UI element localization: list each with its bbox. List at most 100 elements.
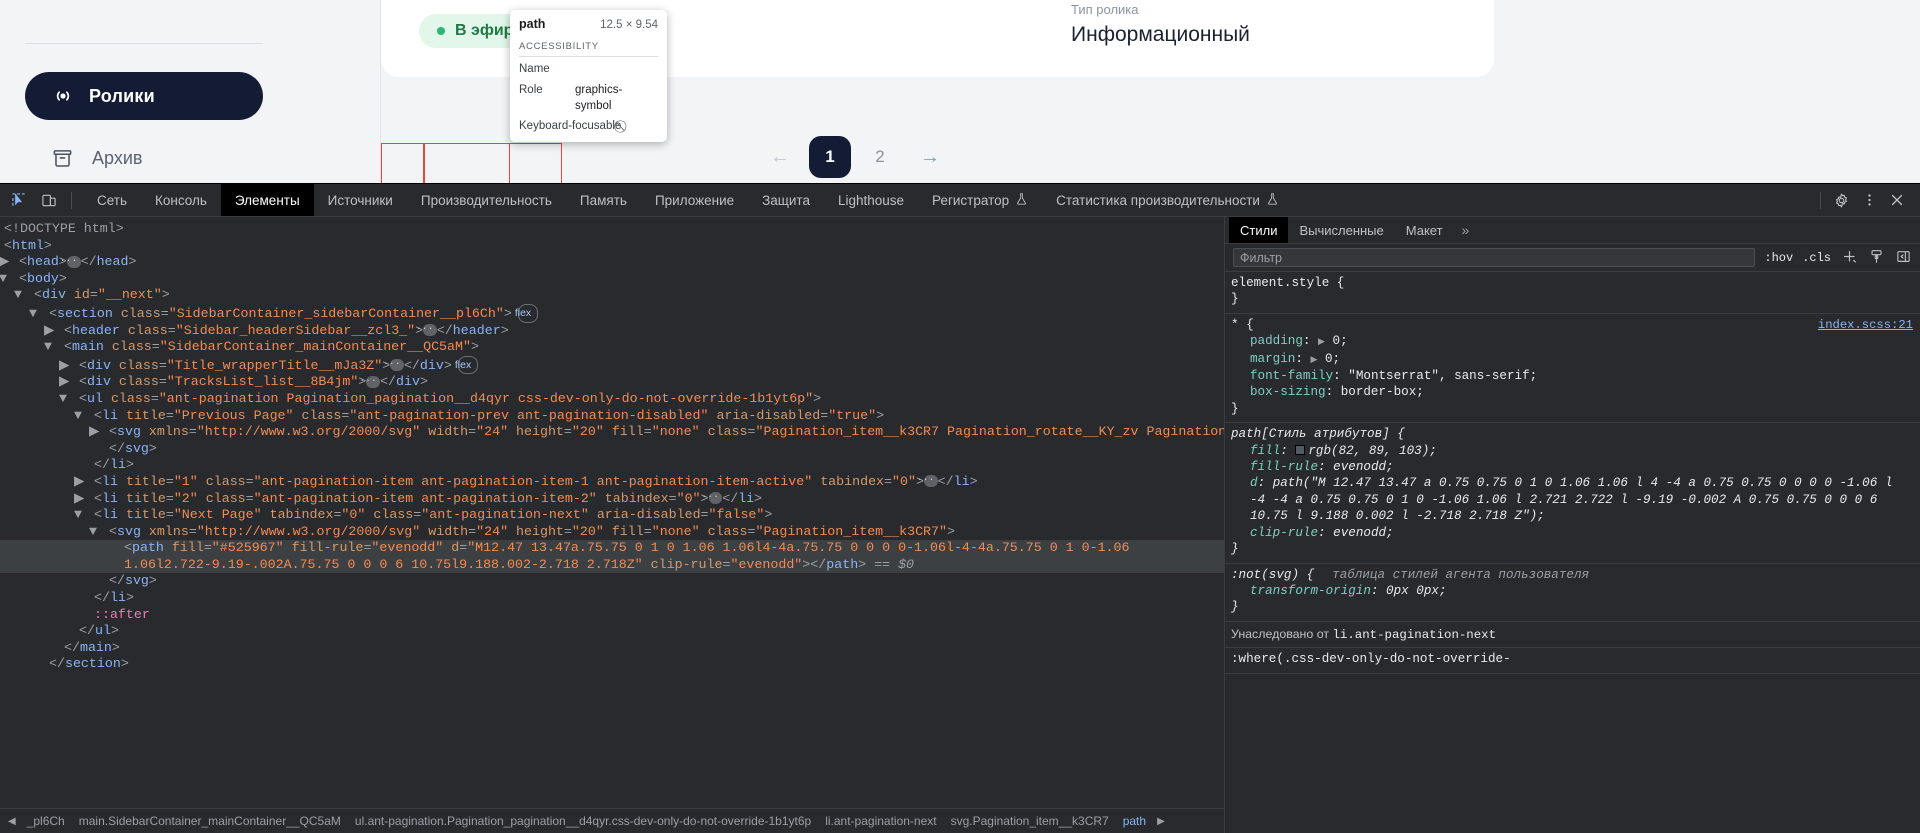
chevron-right-icon[interactable]: ▶ xyxy=(59,374,79,391)
dom-node[interactable]: ▼ <li title="Previous Page" class="ant-pa… xyxy=(0,408,1224,425)
device-toolbar-icon[interactable] xyxy=(36,188,62,212)
pagination-page-2[interactable]: 2 xyxy=(859,136,901,178)
css-declaration[interactable]: clip-rule: evenodd; xyxy=(1231,525,1914,541)
dom-node[interactable]: ▶ <li title="1" class="ant-pagination-ite… xyxy=(0,474,1224,491)
breadcrumb-item[interactable]: svg.Pagination_item__k3CR7 xyxy=(944,814,1116,828)
tab-security[interactable]: Защита xyxy=(748,184,824,216)
dom-node[interactable]: </ul> xyxy=(0,623,1224,640)
dom-node[interactable]: ▼ <li title="Next Page" tabindex="0" clas… xyxy=(0,507,1224,524)
dom-node[interactable]: </svg> xyxy=(0,441,1224,458)
tab-performance-insights[interactable]: Статистика производительности xyxy=(1042,184,1293,216)
chevron-right-icon[interactable]: ▶ xyxy=(74,491,94,508)
tab-application[interactable]: Приложение xyxy=(641,184,748,216)
dom-node[interactable]: </section> xyxy=(0,656,1224,673)
inherited-css-rule[interactable]: :where(.css-dev-only-do-not-override-</s… xyxy=(1225,648,1920,674)
close-icon[interactable] xyxy=(1884,188,1910,212)
color-swatch[interactable] xyxy=(1295,444,1306,455)
css-declaration[interactable]: transform-origin: 0px 0px; xyxy=(1231,583,1914,599)
breadcrumb-item[interactable]: main.SidebarContainer_mainContainer__QC5… xyxy=(72,814,348,828)
dom-node[interactable]: <!DOCTYPE html> xyxy=(0,221,1224,238)
css-declaration[interactable]: box-sizing: border-box; xyxy=(1231,384,1914,400)
sidebar-item-rolikis[interactable]: Ролики xyxy=(25,72,263,120)
css-declaration[interactable]: d: path("M 12.47 13.47 a 0.75 0.75 0 1 0… xyxy=(1231,475,1914,524)
css-declaration[interactable]: margin: ▶ 0; xyxy=(1231,351,1914,368)
css-rule[interactable]: * {index.scss:21 padding: ▶ 0; margin: ▶ 0… xyxy=(1225,314,1920,424)
pagination-page-1[interactable]: 1 xyxy=(809,136,851,178)
tab-console[interactable]: Консоль xyxy=(141,184,221,216)
style-pane-icon[interactable] xyxy=(1867,249,1885,267)
hov-toggle[interactable]: :hov xyxy=(1764,251,1793,265)
chevron-down-icon[interactable]: ▼ xyxy=(74,408,94,425)
tab-lighthouse[interactable]: Lighthouse xyxy=(824,184,918,216)
breadcrumb-scroll-right-icon[interactable]: ▶ xyxy=(1153,816,1169,827)
css-declaration[interactable]: padding: ▶ 0; xyxy=(1231,333,1914,350)
chevron-right-icon[interactable]: ▶ xyxy=(0,254,19,271)
expand-triangle-icon[interactable]: ▶ xyxy=(1318,337,1325,347)
chevron-down-icon[interactable]: ▼ xyxy=(89,524,109,541)
inherited-selector[interactable]: li.ant-pagination-next xyxy=(1332,628,1496,642)
dom-tree-pane[interactable]: <!DOCTYPE html> <html>▶<head>···</head>▼… xyxy=(0,217,1224,833)
dom-node[interactable]: ▶<div class="Title_wrapperTitle__mJa3Z">… xyxy=(0,355,1224,375)
gear-icon[interactable] xyxy=(1828,188,1854,212)
dom-node[interactable]: <html> xyxy=(0,238,1224,255)
dom-node[interactable]: </li> xyxy=(0,590,1224,607)
tab-computed[interactable]: Вычисленные xyxy=(1288,217,1394,243)
dom-node[interactable]: ▼ <svg xmlns="http://www.w3.org/2000/svg"… xyxy=(0,524,1224,541)
chevron-down-icon[interactable]: ▼ xyxy=(59,391,79,408)
dom-node[interactable]: ▶ <svg xmlns="http://www.w3.org/2000/svg"… xyxy=(0,424,1224,441)
dom-node[interactable]: ▼ <div id="__next"> xyxy=(0,287,1224,304)
tab-performance[interactable]: Производительность xyxy=(407,184,566,216)
css-rule[interactable]: :not(svg) {таблица стилей агента пользов… xyxy=(1225,564,1920,622)
kebab-menu-icon[interactable] xyxy=(1856,188,1882,212)
breadcrumb-scroll-left-icon[interactable]: ◀ xyxy=(4,816,20,827)
tab-recorder[interactable]: Регистратор xyxy=(918,184,1042,216)
pagination-next-button[interactable]: → xyxy=(909,136,951,178)
chevron-down-icon[interactable]: ▼ xyxy=(0,271,19,288)
dom-node[interactable]: ▼ <body> xyxy=(0,271,1224,288)
chevron-down-icon[interactable]: ▼ xyxy=(29,306,49,323)
dom-node[interactable]: ▼ <main class="SidebarContainer_mainConta… xyxy=(0,339,1224,356)
dom-node[interactable]: ▼ <ul class="ant-pagination Pagination_pa… xyxy=(0,391,1224,408)
dom-node[interactable]: ::after xyxy=(0,607,1224,624)
toggle-sidebar-icon[interactable] xyxy=(1894,249,1912,267)
css-declaration[interactable]: fill-rule: evenodd; xyxy=(1231,459,1914,475)
tab-layout[interactable]: Макет xyxy=(1395,217,1454,243)
add-rule-icon[interactable] xyxy=(1840,249,1858,267)
dom-node[interactable]: ▶<head>···</head> xyxy=(0,254,1224,271)
expand-triangle-icon[interactable]: ▶ xyxy=(1310,355,1317,365)
dom-node[interactable]: ▶ <li title="2" class="ant-pagination-ite… xyxy=(0,491,1224,508)
chevron-right-icon[interactable]: ▶ xyxy=(89,424,109,441)
css-source-link[interactable]: index.scss:21 xyxy=(1818,317,1913,333)
pagination-prev-button[interactable]: ← xyxy=(759,136,801,178)
more-tabs-icon[interactable]: » xyxy=(1454,222,1478,238)
css-rule[interactable]: path[Стиль атрибутов] {fill: rgb(82, 89,… xyxy=(1225,423,1920,564)
chevron-down-icon[interactable]: ▼ xyxy=(74,507,94,524)
cls-toggle[interactable]: .cls xyxy=(1802,251,1831,265)
chevron-down-icon[interactable]: ▼ xyxy=(14,287,34,304)
dom-node[interactable]: ▶<div class="TracksList_list__8B4jm">···… xyxy=(0,374,1224,391)
sidebar-item-archive[interactable]: Архив xyxy=(25,138,325,178)
styles-filter-input[interactable]: Фильтр xyxy=(1233,248,1756,267)
tab-memory[interactable]: Память xyxy=(566,184,641,216)
dom-node[interactable]: </svg> xyxy=(0,573,1224,590)
breadcrumb-item[interactable]: li.ant-pagination-next xyxy=(818,814,943,828)
dom-node[interactable]: </main> xyxy=(0,640,1224,657)
css-declaration[interactable]: font-family: "Montserrat", sans-serif; xyxy=(1231,368,1914,384)
dom-node[interactable]: ▶ <header class="Sidebar_headerSidebar__z… xyxy=(0,323,1224,340)
chevron-right-icon[interactable]: ▶ xyxy=(74,474,94,491)
breadcrumb-item[interactable]: _pl6Ch xyxy=(20,814,72,828)
breadcrumb-item[interactable]: ul.ant-pagination.Pagination_pagination_… xyxy=(348,814,818,828)
tab-network[interactable]: Сеть xyxy=(83,184,141,216)
css-declaration[interactable]: fill: rgb(82, 89, 103); xyxy=(1231,443,1914,459)
tab-styles[interactable]: Стили xyxy=(1229,217,1289,243)
dom-node[interactable]: </li> xyxy=(0,457,1224,474)
css-rule[interactable]: element.style {} xyxy=(1225,272,1920,314)
chevron-down-icon[interactable]: ▼ xyxy=(44,339,64,356)
breadcrumb-item[interactable]: path xyxy=(1116,814,1153,828)
inspect-cursor-icon[interactable] xyxy=(6,188,32,212)
dom-node[interactable]: ▼ <section class="SidebarContainer_sideba… xyxy=(0,303,1224,323)
chevron-right-icon[interactable]: ▶ xyxy=(44,323,64,340)
tab-sources[interactable]: Источники xyxy=(314,184,407,216)
chevron-right-icon[interactable]: ▶ xyxy=(59,358,79,375)
dom-node-selected[interactable]: <path fill="#525967" fill-rule="evenodd"… xyxy=(0,540,1224,574)
